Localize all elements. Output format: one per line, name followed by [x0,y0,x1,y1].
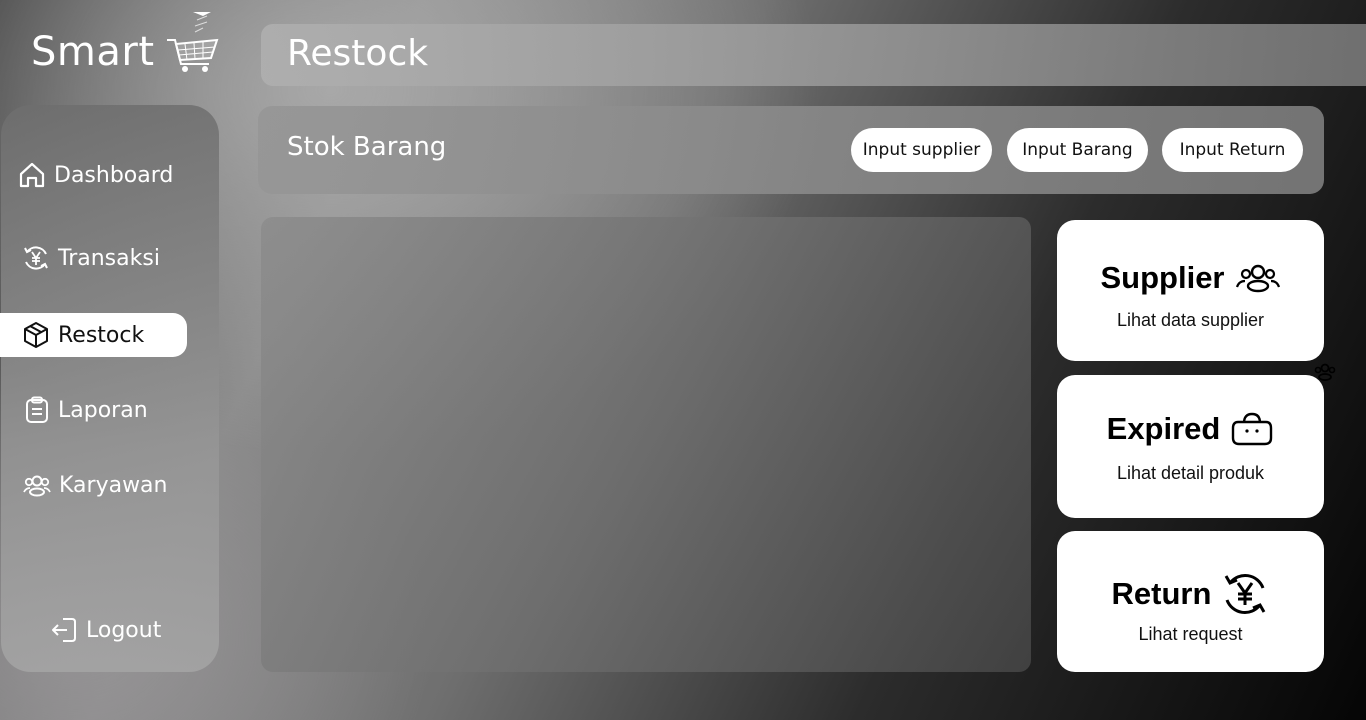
sidebar-item-karyawan[interactable]: Karyawan [23,472,168,498]
sidebar-item-label: Transaksi [58,245,160,271]
sidebar-item-label: Restock [58,322,145,348]
users-icon [1235,264,1280,293]
shopping-cart-icon [167,12,219,72]
users-icon [23,475,51,497]
supplier-card[interactable]: Supplier Lihat data supplier [1057,220,1324,361]
page-title: Restock [287,33,429,74]
logout-label: Logout [86,617,162,643]
card-subtitle: Lihat request [1138,624,1243,644]
stock-content-panel [261,217,1031,672]
sidebar-item-label: Karyawan [59,472,168,498]
sidebar: Dashboard Transaksi Restock Laporan Kary… [0,105,219,672]
card-subtitle: Lihat data supplier [1116,310,1265,330]
sidebar-item-laporan[interactable]: Laporan [24,396,148,424]
card-title: Supplier [1100,260,1225,295]
clipboard-icon [26,396,48,423]
yen-exchange-icon [24,246,48,270]
expired-card-header: Expired [1057,411,1324,447]
sidebar-item-label: Laporan [58,397,148,423]
bag-icon [1232,412,1273,446]
package-icon [24,322,48,348]
stock-toolbar: Stok Barang Input supplier Input Barang … [258,106,1324,194]
home-icon [19,162,45,188]
sidebar-item-label: Dashboard [54,162,174,188]
expired-card[interactable]: Expired Lihat detail produk [1057,375,1324,518]
sidebar-item-restock[interactable]: Restock [0,313,187,357]
return-card-header: Return [1057,571,1324,617]
input-barang-button[interactable]: Input Barang [1007,128,1148,172]
section-title: Stok Barang [287,132,447,162]
brand-name: Smart [31,29,155,75]
card-subtitle: Lihat detail produk [1116,463,1265,483]
page-header: Restock [261,24,1366,86]
card-title: Expired [1106,411,1221,446]
input-supplier-button[interactable]: Input supplier [851,128,992,172]
card-title: Return [1111,576,1212,611]
input-return-button[interactable]: Input Return [1162,128,1303,172]
logout-button[interactable]: Logout [50,616,161,644]
logout-icon [52,618,76,642]
yen-exchange-icon [1225,573,1266,615]
sidebar-item-dashboard[interactable]: Dashboard [18,161,173,189]
sidebar-item-transaksi[interactable]: Transaksi [22,244,160,272]
return-card[interactable]: Return Lihat request [1057,531,1324,672]
supplier-card-header: Supplier [1057,260,1324,296]
